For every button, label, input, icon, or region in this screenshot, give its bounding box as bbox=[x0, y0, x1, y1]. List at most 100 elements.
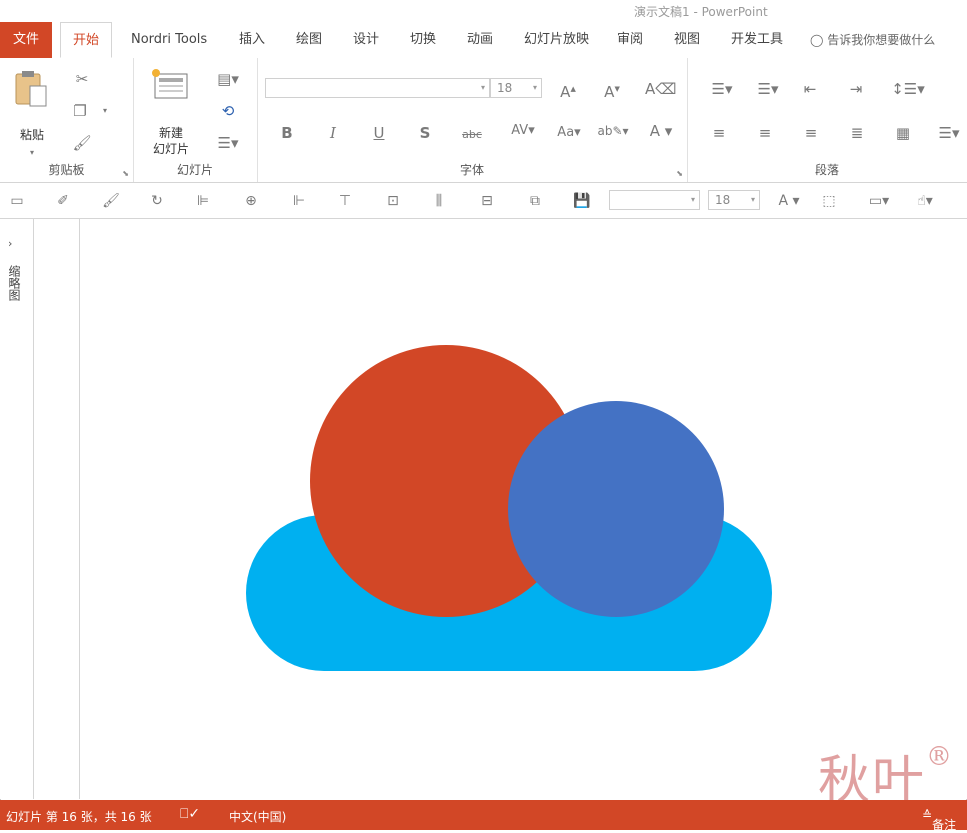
change-case-icon[interactable]: Aa▾ bbox=[553, 124, 585, 142]
font-name-combo[interactable]: ▾ bbox=[265, 78, 490, 98]
align-right-objects-icon[interactable]: ⊩ bbox=[290, 192, 308, 210]
tab-review[interactable]: 审阅 bbox=[617, 22, 643, 58]
strikethrough-icon[interactable]: abc bbox=[459, 126, 485, 144]
qat-font-size-combo[interactable]: 18 ▾ bbox=[708, 190, 760, 210]
slides-group-label: 幻灯片 bbox=[176, 163, 213, 177]
paste-label: 粘贴 bbox=[19, 128, 44, 142]
tab-view[interactable]: 视图 bbox=[674, 22, 700, 58]
align-top-icon[interactable]: ⊤ bbox=[336, 192, 354, 210]
lightbulb-icon: ◯ bbox=[810, 33, 824, 47]
tab-draw[interactable]: 绘图 bbox=[296, 22, 322, 58]
new-slide-label-1: 新建 bbox=[158, 126, 183, 140]
tab-slideshow[interactable]: 幻灯片放映 bbox=[524, 22, 589, 58]
group-objects-icon[interactable]: ⧉ bbox=[524, 192, 546, 210]
copy-icon[interactable]: ❐ bbox=[70, 102, 90, 120]
tab-design[interactable]: 设计 bbox=[353, 22, 379, 58]
underline-icon[interactable]: U bbox=[371, 124, 387, 142]
language-indicator[interactable]: 中文(中国) bbox=[229, 808, 286, 825]
bullets-icon[interactable]: ☰▾ bbox=[705, 80, 739, 98]
insert-textbox-icon[interactable]: ▭▾ bbox=[862, 192, 896, 210]
align-left-objects-icon[interactable]: ⊫ bbox=[194, 192, 212, 210]
eraser-icon[interactable]: ✐ bbox=[54, 192, 72, 210]
clipboard-group-label: 剪贴板 bbox=[48, 163, 85, 177]
distribute-horizontal-icon[interactable]: ⫼ bbox=[428, 192, 450, 210]
tab-home[interactable]: 开始 bbox=[60, 22, 113, 58]
shadow-icon[interactable]: S bbox=[417, 124, 433, 142]
grow-font-icon[interactable]: A▲ bbox=[557, 80, 579, 101]
spell-check-icon[interactable]: ⎕✓ bbox=[180, 806, 200, 822]
tell-me-box[interactable]: ◯ 告诉我你想要做什么 bbox=[810, 22, 935, 58]
registered-mark: ® bbox=[926, 742, 955, 772]
window-title: 演示文稿1 - PowerPoint bbox=[634, 5, 768, 19]
tell-me-label: 告诉我你想要做什么 bbox=[827, 33, 936, 47]
font-size-value: 18 bbox=[497, 81, 513, 95]
tab-animations[interactable]: 动画 bbox=[467, 22, 493, 58]
clipboard-icon bbox=[15, 71, 47, 107]
copy-dropdown-icon[interactable]: ▾ bbox=[100, 102, 110, 120]
notes-label: 备注 bbox=[932, 818, 957, 832]
decrease-indent-icon[interactable]: ⇤ bbox=[799, 80, 821, 98]
new-slide-icon bbox=[152, 69, 188, 99]
font-launcher-icon[interactable]: ⬊ bbox=[676, 169, 683, 178]
columns-icon[interactable]: ☰▾ bbox=[935, 124, 963, 142]
justify-icon[interactable]: ≣ bbox=[847, 124, 867, 142]
reset-icon[interactable]: ⟲ bbox=[213, 102, 243, 120]
align-left-icon[interactable]: ≡ bbox=[709, 124, 729, 142]
ribbon: 粘贴 ▾ ✂ ❐ ▾ 🖌 剪贴板 ⬊ 新建 幻灯片 ▤▾ ⟲ ☰▾ 幻灯片 ▾ … bbox=[0, 58, 967, 183]
new-slide-label-2: 幻灯片 bbox=[152, 142, 189, 156]
layout-icon[interactable]: ▤▾ bbox=[213, 70, 243, 88]
tab-insert[interactable]: 插入 bbox=[239, 22, 265, 58]
redo-icon[interactable]: ↻ bbox=[148, 192, 166, 210]
section-icon[interactable]: ☰▾ bbox=[213, 134, 243, 152]
blue-circle-shape[interactable] bbox=[508, 401, 724, 617]
group-paragraph: ☰▾ ☰▾ ⇤ ⇥ ↕☰▾ ≡ ≡ ≡ ≣ ▦ ☰▾ 段落 bbox=[687, 58, 967, 182]
format-painter-icon[interactable]: 🖌 bbox=[72, 134, 92, 152]
group-clipboard: 粘贴 ▾ ✂ ❐ ▾ 🖌 剪贴板 ⬊ bbox=[0, 58, 134, 182]
brush-icon[interactable]: 🖌 bbox=[102, 192, 120, 210]
align-center-icon[interactable]: ≡ bbox=[755, 124, 775, 142]
tab-file[interactable]: 文件 bbox=[0, 22, 53, 58]
quick-toolbar: ▭ ✐ 🖌 ↻ ⊫ ⊕ ⊩ ⊤ ⊡ ⫼ ⊟ ⧉ 💾 ▾ 18 ▾ A ▾ ⬚ ▭▾… bbox=[0, 183, 967, 219]
ribbon-tabs: 文件 开始 Nordri Tools 插入 绘图 设计 切换 动画 幻灯片放映 … bbox=[0, 22, 967, 59]
title-bar: 演示文稿1 - PowerPoint bbox=[0, 0, 967, 22]
distribute-vertical-icon[interactable]: ⊟ bbox=[478, 192, 496, 210]
bold-icon[interactable]: B bbox=[279, 124, 295, 142]
numbering-icon[interactable]: ☰▾ bbox=[751, 80, 785, 98]
paste-dropdown-icon[interactable]: ▾ bbox=[28, 144, 36, 162]
clipboard-launcher-icon[interactable]: ⬊ bbox=[122, 169, 129, 178]
align-middle-icon[interactable]: ⊡ bbox=[384, 192, 402, 210]
paste-button[interactable] bbox=[14, 68, 50, 108]
font-color-icon[interactable]: A ▾ bbox=[645, 122, 677, 140]
tab-nordri-tools[interactable]: Nordri Tools bbox=[131, 22, 207, 58]
clear-format-icon[interactable]: A⌫ bbox=[645, 80, 676, 98]
new-slide-button[interactable] bbox=[151, 68, 191, 108]
distributed-icon[interactable]: ▦ bbox=[893, 124, 913, 142]
qat-font-size-value: 18 bbox=[715, 193, 731, 207]
align-center-objects-icon[interactable]: ⊕ bbox=[242, 192, 260, 210]
cut-icon[interactable]: ✂ bbox=[72, 70, 92, 88]
tab-transitions[interactable]: 切换 bbox=[410, 22, 436, 58]
char-spacing-icon[interactable]: AV▾ bbox=[507, 122, 539, 140]
shrink-font-icon[interactable]: A▼ bbox=[601, 80, 623, 101]
workspace: › 缩略图 bbox=[0, 219, 967, 799]
save-icon[interactable]: 💾 bbox=[572, 192, 592, 210]
align-right-icon[interactable]: ≡ bbox=[801, 124, 821, 142]
slide-canvas[interactable] bbox=[0, 219, 967, 799]
status-bar: 幻灯片 第 16 张，共 16 张 ⎕✓ 中文(中国) ≙ 备注 bbox=[0, 800, 967, 832]
touch-mode-icon[interactable]: ☝▾ bbox=[910, 192, 940, 210]
tab-developer[interactable]: 开发工具 bbox=[731, 22, 783, 58]
increase-indent-icon[interactable]: ⇥ bbox=[845, 80, 867, 98]
slide-counter: 幻灯片 第 16 张，共 16 张 bbox=[6, 810, 152, 824]
notes-button[interactable]: ≙ 备注 bbox=[922, 808, 956, 832]
font-size-combo[interactable]: 18 ▾ bbox=[490, 78, 542, 98]
italic-icon[interactable]: I bbox=[325, 124, 341, 142]
qat-font-combo[interactable]: ▾ bbox=[609, 190, 700, 210]
highlight-icon[interactable]: ab✎▾ bbox=[595, 122, 631, 140]
font-group-label: 字体 bbox=[459, 163, 484, 177]
qat-font-color-icon[interactable]: A ▾ bbox=[776, 192, 802, 210]
group-slides: 新建 幻灯片 ▤▾ ⟲ ☰▾ 幻灯片 bbox=[133, 58, 258, 182]
screen-capture-icon[interactable]: ⬚ bbox=[818, 192, 840, 210]
line-spacing-icon[interactable]: ↕☰▾ bbox=[891, 80, 925, 98]
group-font: ▾ 18 ▾ A▲ A▼ A⌫ B I U S abc AV▾ Aa▾ ab✎▾ … bbox=[257, 58, 688, 182]
textbox-icon[interactable]: ▭ bbox=[8, 192, 26, 210]
